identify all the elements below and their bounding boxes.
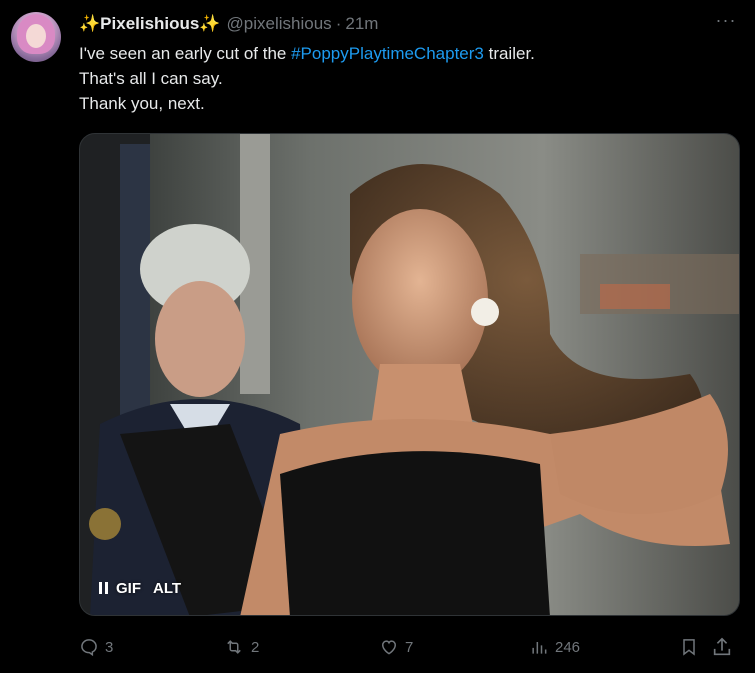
- tweet-actions: 3 2 7 246: [79, 633, 740, 661]
- reply-icon: [81, 639, 97, 657]
- heart-icon: [381, 640, 397, 655]
- gif-badge: GIF: [116, 579, 141, 597]
- retweet-icon: [227, 640, 241, 654]
- gif-media[interactable]: GIF ALT: [79, 133, 740, 616]
- separator-dot: ·: [335, 14, 342, 33]
- pause-icon[interactable]: [98, 581, 110, 595]
- retweet-count: 2: [251, 638, 260, 656]
- retweet-button[interactable]: 2: [223, 633, 259, 661]
- like-button[interactable]: 7: [379, 633, 413, 661]
- alt-badge[interactable]: ALT: [147, 578, 187, 599]
- tweet-text-line-1: I've seen an early cut of the #PoppyPlay…: [79, 41, 535, 66]
- tweet-text: I've seen an early cut of the #PoppyPlay…: [79, 41, 535, 116]
- tweet-text-line-3: Thank you, next.: [79, 94, 205, 113]
- media-badges: GIF ALT: [94, 575, 187, 601]
- tweet-header: ✨ Pixelishious ✨ @pixelishious · 21m: [79, 12, 378, 36]
- reply-button[interactable]: 3: [79, 633, 113, 661]
- hashtag-link[interactable]: #PoppyPlaytimeChapter3: [291, 44, 484, 63]
- share-button[interactable]: [711, 633, 739, 661]
- bookmark-icon: [683, 639, 695, 656]
- share-icon: [713, 637, 731, 656]
- user-handle[interactable]: @pixelishious: [227, 14, 332, 34]
- tweet-text-line-2: That's all I can say.: [79, 69, 223, 88]
- display-name[interactable]: Pixelishious: [100, 14, 199, 34]
- sparkle-icon: ✨: [79, 14, 101, 33]
- tweet-text-segment: I've seen an early cut of the: [79, 44, 292, 63]
- timestamp[interactable]: 21m: [345, 14, 378, 34]
- reply-count: 3: [105, 638, 114, 656]
- more-options-icon[interactable]: ···: [713, 10, 739, 36]
- views-count: 246: [555, 638, 581, 656]
- gif-frame-illustration: [80, 134, 739, 615]
- views-chart-icon: [532, 642, 547, 654]
- bookmark-button[interactable]: [679, 633, 705, 661]
- like-count: 7: [405, 638, 414, 656]
- tweet[interactable]: ✨ Pixelishious ✨ @pixelishious · 21m ···…: [0, 0, 755, 673]
- sparkle-icon: ✨: [199, 14, 221, 33]
- views-button[interactable]: 246: [529, 633, 580, 661]
- tweet-text-segment: trailer.: [483, 44, 535, 63]
- avatar-face: [26, 24, 46, 48]
- avatar[interactable]: [11, 12, 61, 62]
